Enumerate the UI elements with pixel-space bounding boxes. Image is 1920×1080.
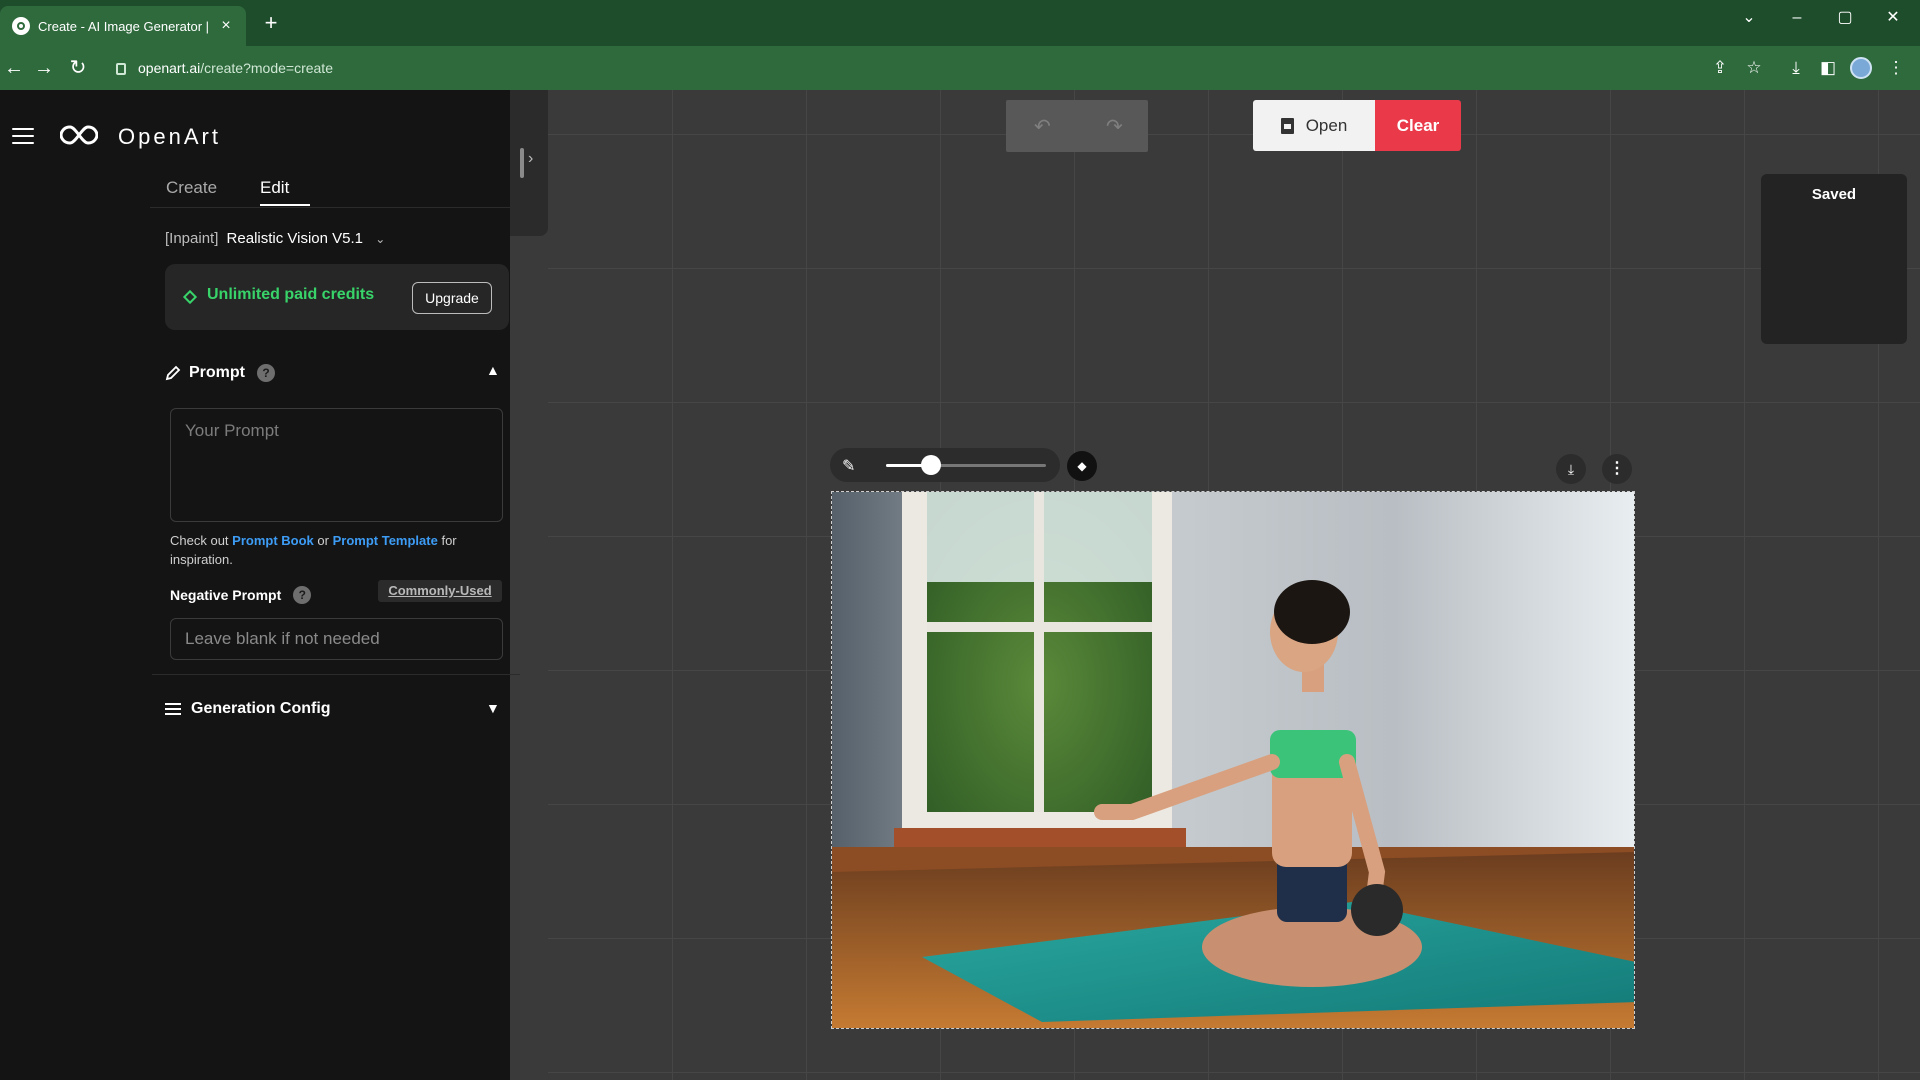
negative-prompt-label: Negative Prompt xyxy=(170,587,282,603)
drag-handle-icon xyxy=(520,148,524,178)
help-icon[interactable]: ? xyxy=(293,586,312,604)
inspire-text-pre: Check out xyxy=(170,533,229,548)
commonly-used-button[interactable]: Commonly-Used xyxy=(378,580,502,602)
saved-label: Saved xyxy=(1811,186,1857,203)
brush-size-slider[interactable] xyxy=(920,455,941,475)
browser-tab-active[interactable]: Create - AI Image Generator | Op × xyxy=(0,6,246,46)
open-label: Open xyxy=(1305,115,1348,135)
canvas-image[interactable] xyxy=(831,491,1635,1029)
upgrade-button[interactable]: Upgrade xyxy=(412,282,492,314)
chevron-down-icon[interactable]: ▼ xyxy=(486,700,500,716)
help-icon[interactable]: ? xyxy=(257,364,275,382)
left-sidebar: OpenArt Create Edit [Inpaint] Realistic … xyxy=(0,90,520,1080)
negative-prompt-input[interactable]: Leave blank if not needed xyxy=(170,618,503,660)
browser-tabbar: Create - AI Image Generator | Op × + ⌄ –… xyxy=(0,0,1920,46)
chevron-right-icon: › xyxy=(528,150,534,167)
inspiration-text: Check out Prompt Book or Prompt Template… xyxy=(170,531,510,569)
share-icon[interactable]: ⇪ xyxy=(1708,56,1732,80)
model-prefix: [Inpaint] xyxy=(165,230,219,247)
prompt-book-link[interactable]: Prompt Book xyxy=(232,533,314,548)
negative-prompt-header: Negative Prompt ? xyxy=(170,586,312,604)
side-panel-icon[interactable]: ◧ xyxy=(1816,56,1840,80)
openart-logo-icon xyxy=(60,125,98,145)
forward-icon[interactable]: → xyxy=(30,54,58,82)
active-tab-indicator xyxy=(260,204,310,206)
prompt-label: Prompt xyxy=(189,364,245,381)
credits-text: Unlimited paid credits xyxy=(207,286,375,303)
minimize-button[interactable]: – xyxy=(1774,4,1820,32)
yoga-photo xyxy=(832,492,1634,1028)
new-tab-button[interactable]: + xyxy=(258,10,284,36)
redo-icon[interactable]: ↷ xyxy=(1106,114,1123,139)
download-icon[interactable]: ⤓ xyxy=(1556,454,1586,484)
generation-config-label: Generation Config xyxy=(191,700,331,717)
browser-tab-title: Create - AI Image Generator | Op xyxy=(38,18,212,34)
brush-toolbar: ✎ xyxy=(830,448,1060,482)
sliders-icon xyxy=(165,702,181,716)
downloads-icon[interactable]: ⤓ xyxy=(1784,56,1808,80)
brush-icon[interactable]: ✎ xyxy=(842,456,855,476)
profile-avatar[interactable] xyxy=(1850,57,1872,79)
mode-tabs: Create Edit xyxy=(150,164,510,208)
credits-card: Unlimited paid credits Upgrade xyxy=(165,264,509,330)
reload-icon[interactable]: ↻ xyxy=(64,54,92,82)
file-icon xyxy=(1280,117,1294,134)
back-icon[interactable]: ← xyxy=(0,54,28,82)
pencil-icon xyxy=(165,365,181,381)
model-name: Realistic Vision V5.1 xyxy=(226,230,364,247)
chevron-up-icon[interactable]: ▲ xyxy=(486,362,500,378)
diamond-icon xyxy=(182,289,198,305)
star-icon[interactable]: ☆ xyxy=(1742,56,1766,80)
open-button[interactable]: Open xyxy=(1253,100,1375,151)
maximize-button[interactable]: ▢ xyxy=(1822,4,1868,32)
menu-icon[interactable] xyxy=(12,128,34,144)
clear-button[interactable]: Clear xyxy=(1375,100,1461,151)
more-vertical-icon[interactable]: ⋮ xyxy=(1602,454,1632,484)
tab-create[interactable]: Create xyxy=(166,178,217,198)
generation-config-header[interactable]: Generation Config xyxy=(165,700,331,718)
tab-edit[interactable]: Edit xyxy=(260,178,289,198)
prompt-template-link[interactable]: Prompt Template xyxy=(333,533,438,548)
undo-icon[interactable]: ↶ xyxy=(1034,114,1051,139)
saved-panel: Saved xyxy=(1761,174,1907,344)
divider xyxy=(152,674,520,675)
close-window-button[interactable]: ✕ xyxy=(1870,4,1916,32)
close-tab-icon[interactable]: × xyxy=(218,17,234,35)
tab-search-icon[interactable]: ⌄ xyxy=(1726,4,1772,32)
model-selector[interactable]: [Inpaint] Realistic Vision V5.1 ⌄ xyxy=(165,230,385,247)
browser-menu-icon[interactable]: ⋮ xyxy=(1884,56,1908,80)
address-bar: ← → ↻ openart.ai /create?mode=create ⇪ ☆… xyxy=(0,46,1920,90)
undo-redo-group: ↶ ↷ xyxy=(1006,100,1148,152)
url-path: /create?mode=create xyxy=(200,60,333,76)
eraser-icon[interactable]: ◆ xyxy=(1067,451,1097,481)
collapse-panel-handle[interactable]: › xyxy=(510,90,548,236)
chevron-down-icon: ⌄ xyxy=(375,232,386,246)
url-input[interactable]: openart.ai /create?mode=create xyxy=(104,52,1704,84)
brand-name: OpenArt xyxy=(118,124,221,149)
prompt-input[interactable]: Your Prompt xyxy=(170,408,503,522)
url-host: openart.ai xyxy=(138,60,201,76)
openart-favicon-icon xyxy=(12,17,30,35)
inspire-text-mid: or xyxy=(317,533,329,548)
prompt-section-header[interactable]: Prompt ? xyxy=(165,362,275,384)
lock-icon xyxy=(116,63,126,75)
